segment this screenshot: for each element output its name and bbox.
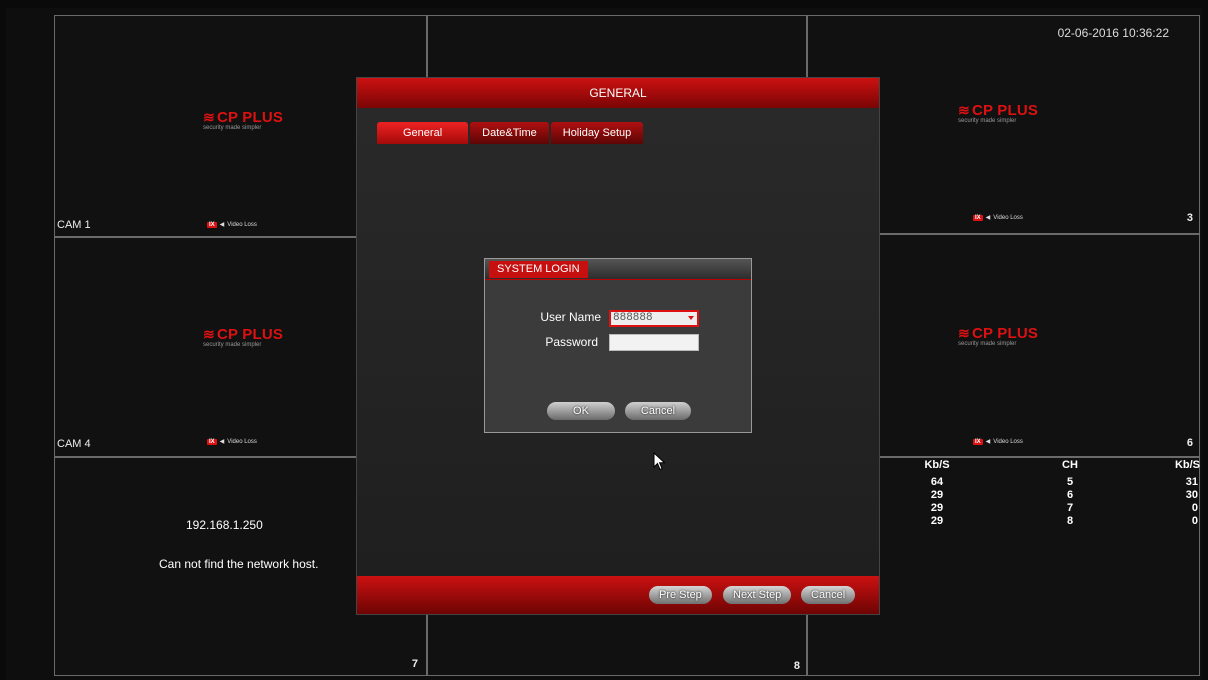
bitrate-header: Kb/S xyxy=(1174,459,1200,471)
bitrate-value: 0 xyxy=(1191,515,1198,527)
cancel-button[interactable]: Cancel xyxy=(801,586,856,604)
brand-logo: ≋ CP PLUS security made simpler xyxy=(958,102,1039,124)
dialog-footer: Pre Step Next Step Cancel xyxy=(357,576,879,614)
network-error-message: Can not find the network host. xyxy=(159,557,319,571)
next-step-button[interactable]: Next Step xyxy=(723,586,792,604)
channel-number: 7 xyxy=(411,658,418,670)
bitrate-value: 29 xyxy=(930,515,944,527)
channel-number: 3 xyxy=(1186,212,1193,224)
datetime-display: 02-06-2016 10:36:22 xyxy=(1057,26,1169,40)
channel-value: 7 xyxy=(1066,502,1074,514)
camera-label: CAM 4 xyxy=(57,438,91,450)
channel-number: 6 xyxy=(1186,437,1193,449)
video-loss-indicator: IX ◀ Video Loss xyxy=(973,214,1023,221)
password-label: Password xyxy=(545,335,598,349)
tab-bar: General Date&Time Holiday Setup xyxy=(377,122,644,144)
bitrate-value: 30 xyxy=(1185,489,1198,501)
channel-header: CH xyxy=(1062,459,1078,471)
tab-general[interactable]: General xyxy=(377,122,469,144)
brand-logo: ≋ CP PLUS security made simpler xyxy=(203,326,284,348)
video-loss-icon: IX xyxy=(973,214,983,221)
video-loss-indicator: IX ◀ Video Loss xyxy=(973,438,1023,445)
video-loss-icon: IX xyxy=(973,438,983,445)
camera-label: CAM 1 xyxy=(57,219,91,231)
video-loss-icon: IX xyxy=(207,438,217,445)
login-cancel-button[interactable]: Cancel xyxy=(625,402,691,420)
bitrate-header: Kb/S xyxy=(924,459,950,471)
brand-logo: ≋ CP PLUS security made simpler xyxy=(958,325,1039,347)
channel-value: 8 xyxy=(1066,515,1074,527)
username-label: User Name xyxy=(540,310,601,324)
username-select[interactable]: 888888 xyxy=(609,310,699,327)
bitrate-value: 29 xyxy=(930,489,944,501)
bitrate-value: 64 xyxy=(930,476,944,488)
username-value: 888888 xyxy=(613,312,653,324)
video-loss-indicator: IX ◀ Video Loss xyxy=(207,438,257,445)
mouse-cursor-icon xyxy=(653,452,666,471)
bitrate-value: 31 xyxy=(1185,476,1198,488)
tab-holiday-setup[interactable]: Holiday Setup xyxy=(550,122,644,144)
bitrate-value: 29 xyxy=(930,502,944,514)
chevron-down-icon xyxy=(688,316,694,320)
channel-value: 6 xyxy=(1066,489,1074,501)
channel-number: 8 xyxy=(793,660,800,672)
camera-ip: 192.168.1.250 xyxy=(186,518,263,532)
login-title: SYSTEM LOGIN xyxy=(489,261,588,278)
video-loss-icon: IX xyxy=(207,221,217,228)
bitrate-value: 0 xyxy=(1191,502,1198,514)
brand-logo: ≋ CP PLUS security made simpler xyxy=(203,109,284,131)
tab-date-time[interactable]: Date&Time xyxy=(470,122,549,144)
system-login-dialog: SYSTEM LOGIN User Name 888888 Password O… xyxy=(484,258,752,433)
video-loss-indicator: IX ◀ Video Loss xyxy=(207,221,257,228)
login-header: SYSTEM LOGIN xyxy=(485,259,751,280)
channel-value: 5 xyxy=(1066,476,1074,488)
dialog-title: GENERAL xyxy=(357,78,879,108)
ok-button[interactable]: OK xyxy=(547,402,615,420)
password-field[interactable] xyxy=(609,334,699,351)
pre-step-button[interactable]: Pre Step xyxy=(649,586,712,604)
